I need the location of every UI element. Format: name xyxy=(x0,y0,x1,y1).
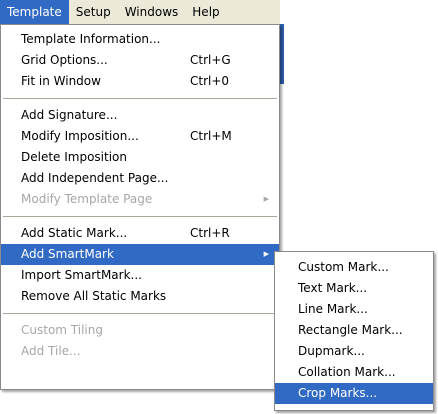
menu-item-label: Add SmartMark xyxy=(21,247,114,261)
menu-separator xyxy=(3,216,277,217)
submenu-item-line-mark[interactable]: Line Mark... xyxy=(275,299,433,320)
menu-separator xyxy=(3,313,277,314)
menu-bar: Template Setup Windows Help xyxy=(0,0,280,25)
menu-item-import-smartmark[interactable]: Import SmartMark... xyxy=(1,265,279,286)
menu-item-label: Modify Template Page xyxy=(21,192,153,206)
background-window-edge xyxy=(280,24,284,84)
menu-item-grid-options[interactable]: Grid Options... Ctrl+G xyxy=(1,50,279,71)
menu-item-label: Text Mark... xyxy=(298,281,368,295)
menu-item-shortcut: Ctrl+R xyxy=(190,226,230,240)
menu-item-label: Delete Imposition xyxy=(21,150,128,164)
menu-item-add-smartmark[interactable]: Add SmartMark ▶ xyxy=(1,244,279,265)
menu-item-label: Add Tile... xyxy=(21,344,81,358)
menu-separator xyxy=(3,98,277,99)
menu-item-label: Add Signature... xyxy=(21,108,118,122)
menu-template[interactable]: Template xyxy=(0,0,69,24)
menu-item-delete-imposition[interactable]: Delete Imposition xyxy=(1,147,279,168)
menu-item-label: Remove All Static Marks xyxy=(21,289,167,303)
menu-item-add-signature[interactable]: Add Signature... xyxy=(1,105,279,126)
submenu-arrow-icon: ▶ xyxy=(263,250,269,258)
menu-windows[interactable]: Windows xyxy=(118,0,186,24)
menu-item-label: Grid Options... xyxy=(21,53,108,67)
menu-help[interactable]: Help xyxy=(185,0,226,24)
menu-item-shortcut: Ctrl+0 xyxy=(190,74,230,88)
menu-item-label: Dupmark... xyxy=(298,344,365,358)
menu-item-add-tile[interactable]: Add Tile... xyxy=(1,341,279,362)
template-dropdown-menu: Template Information... Grid Options... … xyxy=(0,24,280,390)
menu-item-shortcut: Ctrl+G xyxy=(190,53,231,67)
menu-item-template-information[interactable]: Template Information... xyxy=(1,29,279,50)
smartmark-submenu: Custom Mark... Text Mark... Line Mark...… xyxy=(274,251,434,411)
submenu-item-text-mark[interactable]: Text Mark... xyxy=(275,278,433,299)
menu-item-label: Add Static Mark... xyxy=(21,226,128,240)
submenu-item-rectangle-mark[interactable]: Rectangle Mark... xyxy=(275,320,433,341)
menu-item-shortcut: Ctrl+M xyxy=(190,129,232,143)
menu-setup[interactable]: Setup xyxy=(69,0,118,24)
submenu-item-crop-marks[interactable]: Crop Marks... xyxy=(275,383,433,404)
submenu-arrow-icon: ▶ xyxy=(263,195,269,203)
menu-item-label: Modify Imposition... xyxy=(21,129,139,143)
menu-item-modify-template-page[interactable]: Modify Template Page ▶ xyxy=(1,189,279,210)
menu-item-label: Add Independent Page... xyxy=(21,171,169,185)
submenu-item-custom-mark[interactable]: Custom Mark... xyxy=(275,257,433,278)
menu-item-label: Import SmartMark... xyxy=(21,268,142,282)
menu-item-label: Template Information... xyxy=(21,32,161,46)
menu-item-fit-in-window[interactable]: Fit in Window Ctrl+0 xyxy=(1,71,279,92)
submenu-item-collation-mark[interactable]: Collation Mark... xyxy=(275,362,433,383)
menu-item-label: Custom Mark... xyxy=(298,260,389,274)
menu-item-label: Fit in Window xyxy=(21,74,101,88)
menu-item-label: Collation Mark... xyxy=(298,365,396,379)
menu-item-label: Rectangle Mark... xyxy=(298,323,403,337)
menu-item-add-independent-page[interactable]: Add Independent Page... xyxy=(1,168,279,189)
menu-item-custom-tiling[interactable]: Custom Tiling xyxy=(1,320,279,341)
menu-item-remove-all-static-marks[interactable]: Remove All Static Marks xyxy=(1,286,279,307)
menu-item-label: Crop Marks... xyxy=(298,386,378,400)
menu-item-label: Line Mark... xyxy=(298,302,368,316)
submenu-item-dupmark[interactable]: Dupmark... xyxy=(275,341,433,362)
menu-item-label: Custom Tiling xyxy=(21,323,103,337)
menu-item-add-static-mark[interactable]: Add Static Mark... Ctrl+R xyxy=(1,223,279,244)
menu-item-modify-imposition[interactable]: Modify Imposition... Ctrl+M xyxy=(1,126,279,147)
